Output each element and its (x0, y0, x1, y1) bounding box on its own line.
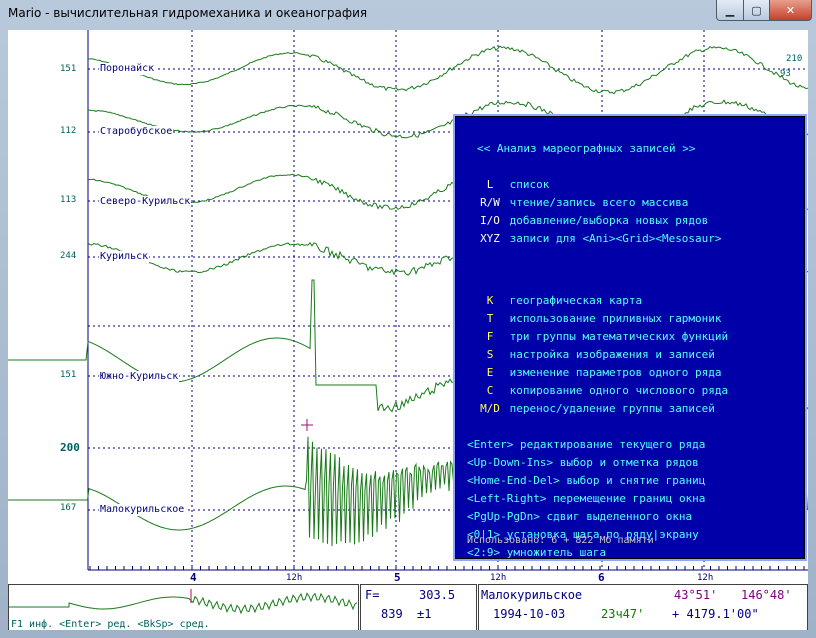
menu-item-key: F (486, 330, 494, 343)
menu-item-desc: перемещение границ окна (553, 492, 706, 505)
scale-value-kurilsk: 244 (60, 251, 77, 261)
latitude: 43°51' (674, 588, 718, 602)
station-info-panel: Малокурильское 43°51' 146°48' 1994-10-03… (478, 584, 808, 630)
menu-item-desc: изменение параметров одного ряда (509, 366, 722, 379)
station-label-poronaysk[interactable]: Поронайск (99, 63, 156, 75)
menu-item-group2-0[interactable]: K географическая карта (477, 294, 642, 308)
right-scale-value-1: 210 (786, 54, 803, 64)
menu-item-group1-1[interactable]: R/W чтение/запись всего массива (477, 196, 688, 210)
station-label-starodubskoe[interactable]: Старобубское (99, 126, 174, 138)
menu-item-desc: редактирование текущего ряда (519, 438, 706, 451)
station-name: Малокурильское (481, 588, 583, 602)
close-button[interactable]: ✕ (769, 0, 812, 21)
station-label-malokurilskoe[interactable]: Малокурильское (99, 504, 186, 516)
menu-item-desc: выбор и снятие границ (566, 474, 706, 487)
menu-item-desc: добавление/выборка новых рядов (509, 214, 709, 227)
menu-item-group2-3[interactable]: S настройка изображения и записей (477, 348, 715, 362)
menu-item-desc: три группы математических функций (509, 330, 729, 343)
station-label-severo-kurilsk[interactable]: Северо-Курильск (99, 196, 192, 208)
scale-value-yuzhno-kurilsk: 151 (60, 370, 77, 380)
axis-12h-2: 12h (490, 573, 507, 583)
scale-value-malokurilskoe: 167 (60, 503, 77, 513)
menu-item-key: <PgUp-PgDn> (467, 510, 540, 523)
status-bar: F1 инф. <Enter> ред. <BkSp> сред. F= 303… (8, 583, 808, 630)
maximize-button[interactable]: ▢ (743, 0, 770, 21)
menu-item-group3-3[interactable]: <Left-Right> перемещение границ окна (467, 492, 705, 506)
right-scale-value-2: 93 (780, 69, 791, 79)
menu-item-key: I/O (480, 214, 500, 227)
scale-value-poronaysk: 151 (60, 64, 77, 74)
menu-item-group2-2[interactable]: F три группы математических функций (477, 330, 728, 344)
series-poronaysk (87, 45, 808, 95)
time: 23ч47' (601, 607, 645, 621)
station-label-kurilsk[interactable]: Курильск (99, 251, 150, 263)
title-bar[interactable]: Mario - вычислительная гидромеханика и о… (0, 0, 816, 30)
mini-plot-panel[interactable]: F1 инф. <Enter> ред. <BkSp> сред. (8, 584, 359, 630)
menu-item-key: E (486, 366, 494, 379)
menu-item-key: L (486, 178, 494, 191)
menu-item-key: XYZ (480, 232, 500, 245)
menu-item-group1-3[interactable]: XYZ записи для <Ani><Grid><Mesosaur> (477, 232, 722, 246)
menu-item-key: <Left-Right> (467, 492, 547, 505)
station-label-yuzhno-kurilsk[interactable]: Южно-Курильск (99, 371, 180, 383)
menu-item-desc: настройка изображения и записей (509, 348, 715, 361)
menu-item-group3-2[interactable]: <Home-End-Del> выбор и снятие границ (467, 474, 705, 488)
f-value: 303.5 (419, 588, 456, 602)
scale-value-200: 200 (60, 441, 80, 454)
menu-item-group2-1[interactable]: T использование приливных гармоник (477, 312, 722, 326)
scale-value-severo-kurilsk: 113 (60, 195, 77, 205)
menu-item-desc: список (509, 178, 550, 191)
f-label: F= (365, 588, 380, 602)
date: 1994-10-03 (493, 607, 566, 621)
menu-item-group2-4[interactable]: E изменение параметров одного ряда (477, 366, 722, 380)
value-panel: F= 303.5 839 ±1 (360, 584, 477, 630)
menu-item-desc: сдвиг выделенного окна (546, 510, 693, 523)
step-value: ±1 (417, 607, 432, 621)
menu-item-key: <Home-End-Del> (467, 474, 560, 487)
menu-item-desc: использование приливных гармоник (509, 312, 722, 325)
menu-item-key: S (486, 348, 494, 361)
plot-area[interactable]: 151 Поронайск 112 Старобубское 113 Север… (8, 30, 808, 630)
menu-item-group2-6[interactable]: M/D перенос/удаление группы записей (477, 402, 715, 416)
axis-12h-1: 12h (286, 573, 303, 583)
menu-item-group1-0[interactable]: L список (477, 178, 550, 192)
menu-item-desc: записи для <Ani><Grid><Mesosaur> (509, 232, 722, 245)
offset: + 4179.1'00" (672, 607, 759, 621)
window-title: Mario - вычислительная гидромеханика и о… (8, 6, 368, 20)
menu-item-desc: выбор и отметка рядов (559, 456, 699, 469)
minimize-button[interactable]: ▁ (716, 0, 744, 21)
scale-value-starodubskoe: 112 (60, 126, 77, 136)
menu-item-key: <Enter> (467, 438, 514, 451)
menu-item-group3-4[interactable]: <PgUp-PgDn> сдвиг выделенного окна (467, 510, 692, 524)
app-window: Mario - вычислительная гидромеханика и о… (0, 0, 816, 638)
menu-item-group3-0[interactable]: <Enter> редактирование текущего ряда (467, 438, 705, 452)
menu-item-desc: географическая карта (509, 294, 643, 307)
menu-item-desc: перенос/удаление группы записей (509, 402, 715, 415)
count-value: 839 (381, 607, 403, 621)
menu-item-key: <Up-Down-Ins> (467, 456, 554, 469)
key-hint: F1 инф. <Enter> ред. <BkSp> сред. (11, 619, 210, 630)
menu-item-desc: копирование одного числового ряда (509, 384, 729, 397)
menu-item-group1-2[interactable]: I/O добавление/выборка новых рядов (477, 214, 708, 228)
menu-item-key: T (486, 312, 494, 325)
axis-12h-3: 12h (697, 573, 714, 583)
menu-footer: Использовано: 6 + 822 Мб памяти (467, 535, 654, 546)
menu-item-group3-6[interactable]: <2:9> умножитель шага (467, 546, 606, 560)
menu-item-key: R/W (480, 196, 500, 209)
longitude: 146°48' (741, 588, 792, 602)
menu-item-key: K (486, 294, 494, 307)
menu-item-key: C (486, 384, 494, 397)
menu-item-group3-1[interactable]: <Up-Down-Ins> выбор и отметка рядов (467, 456, 699, 470)
mini-series (9, 592, 358, 615)
analysis-menu[interactable]: << Анализ мареографных записей >> L спис… (453, 114, 807, 561)
mini-plot[interactable] (9, 585, 358, 615)
menu-item-group2-5[interactable]: C копирование одного числового ряда (477, 384, 728, 398)
menu-header: << Анализ мареографных записей >> (477, 142, 696, 155)
menu-item-desc: чтение/запись всего массива (509, 196, 689, 209)
menu-item-key: M/D (480, 402, 500, 415)
